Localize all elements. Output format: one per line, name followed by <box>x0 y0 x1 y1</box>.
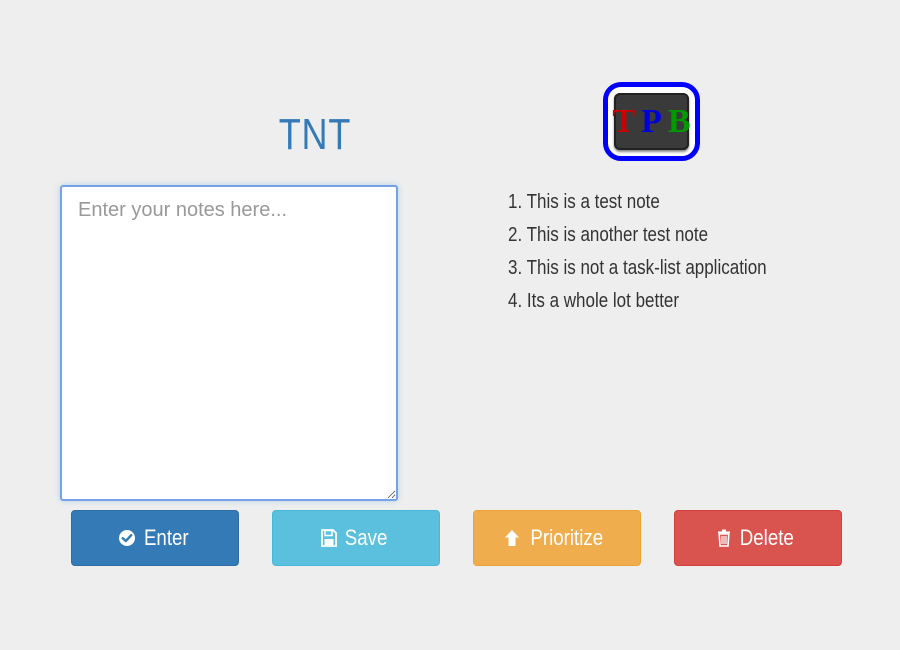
floppy-disk-icon <box>321 529 337 547</box>
enter-button-label: Enter <box>143 525 189 550</box>
note-number: 1. <box>508 191 523 213</box>
notes-list: 1. This is a test note 2. This is anothe… <box>508 188 812 320</box>
note-text: This is another test note <box>526 224 709 246</box>
arrow-up-icon <box>504 529 520 547</box>
page-title: TNT <box>278 110 352 159</box>
note-number: 2. <box>508 224 523 246</box>
list-item[interactable]: 3. This is not a task-list application <box>508 254 767 287</box>
prioritize-button-label: Prioritize <box>530 525 604 550</box>
list-item[interactable]: 4. Its a whole lot better <box>508 287 767 320</box>
notes-textarea[interactable] <box>60 185 398 501</box>
enter-button[interactable]: Enter <box>71 510 239 566</box>
logo-badge: T P B <box>612 93 691 150</box>
note-number: 3. <box>508 257 523 279</box>
list-item[interactable]: 1. This is a test note <box>508 188 767 221</box>
note-text: This is not a task-list application <box>526 257 767 279</box>
note-text: Its a whole lot better <box>526 290 680 312</box>
note-text: This is a test note <box>526 191 660 213</box>
note-number: 4. <box>508 290 523 312</box>
save-button[interactable]: Save <box>272 510 440 566</box>
tpb-logo: T P B <box>603 82 700 161</box>
app-page: TNT T P B 1. This is a test note 2. This… <box>0 0 900 650</box>
save-button-label: Save <box>344 525 388 550</box>
logo-letter-b: B <box>667 102 691 140</box>
logo-letter-t: T <box>612 102 636 140</box>
delete-button-label: Delete <box>739 525 795 550</box>
trash-icon <box>717 529 731 547</box>
check-circle-icon <box>118 529 136 547</box>
prioritize-button[interactable]: Prioritize <box>473 510 641 566</box>
logo-letter-p: P <box>641 102 662 140</box>
list-item[interactable]: 2. This is another test note <box>508 221 767 254</box>
delete-button[interactable]: Delete <box>674 510 842 566</box>
